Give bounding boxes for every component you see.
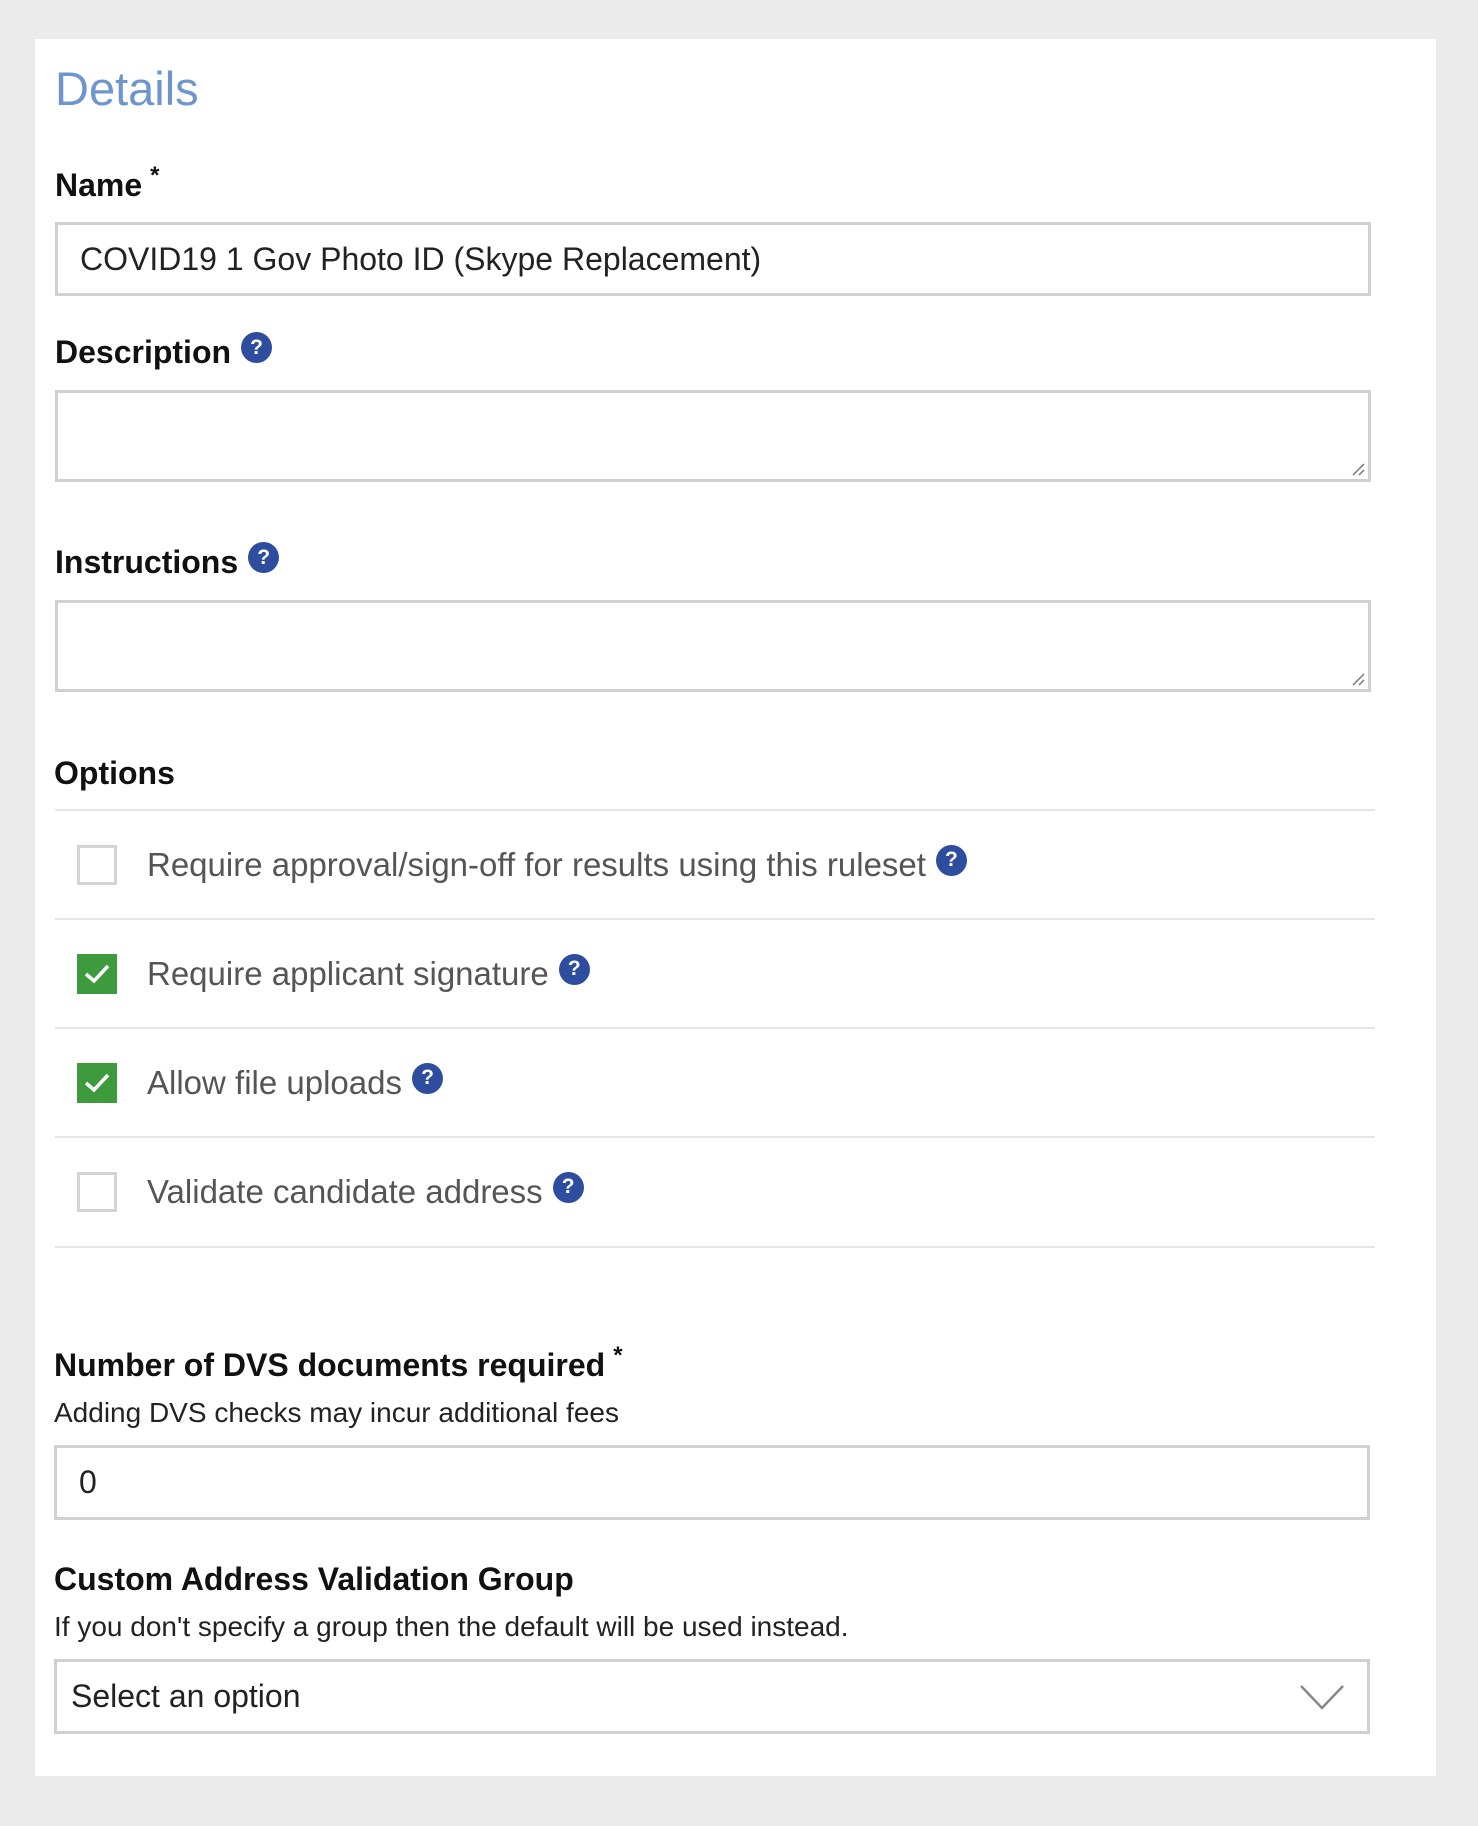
help-icon[interactable]: ?	[241, 332, 273, 363]
option-label-text: Validate candidate address	[147, 1173, 543, 1210]
dvs-hint: Adding DVS checks may incur additional f…	[54, 1397, 619, 1428]
help-icon[interactable]: ?	[552, 1171, 584, 1203]
instructions-label: Instructions ?	[55, 542, 280, 581]
help-icon[interactable]: ?	[248, 542, 280, 573]
dvs-count-value: 0	[79, 1464, 97, 1500]
dvs-count-input[interactable]: 0	[54, 1445, 1370, 1520]
option-row[interactable]: Require applicant signature ?	[55, 918, 1375, 1028]
instructions-label-text: Instructions	[55, 544, 239, 580]
address-group-hint: If you don't specify a group then the de…	[54, 1611, 849, 1642]
chevron-down-icon[interactable]	[1299, 1682, 1345, 1712]
options-label: Options	[54, 755, 175, 791]
required-mark: *	[613, 1341, 623, 1369]
checkmark-icon	[84, 964, 110, 984]
instructions-textarea[interactable]	[55, 600, 1371, 692]
address-group-select[interactable]: Select an option	[54, 1659, 1370, 1734]
checkbox-checked[interactable]	[77, 1063, 117, 1103]
help-icon[interactable]: ?	[411, 1062, 443, 1094]
option-label-text: Require approval/sign-off for results us…	[147, 846, 926, 883]
help-icon[interactable]: ?	[935, 844, 967, 876]
description-label-text: Description	[55, 334, 232, 370]
checkmark-icon	[84, 1073, 110, 1093]
option-row[interactable]: Validate candidate address ?	[55, 1136, 1375, 1248]
checkbox[interactable]	[77, 845, 117, 885]
resize-handle-icon[interactable]	[1349, 670, 1365, 686]
resize-handle-icon[interactable]	[1349, 460, 1365, 476]
select-value: Select an option	[71, 1678, 301, 1714]
option-row[interactable]: Allow file uploads ?	[55, 1027, 1375, 1137]
description-label: Description ?	[55, 332, 273, 371]
option-label: Require approval/sign-off for results us…	[147, 844, 967, 884]
checkbox[interactable]	[77, 1172, 117, 1212]
required-mark: *	[150, 161, 160, 189]
name-label-text: Name	[55, 167, 143, 203]
option-label-text: Require applicant signature	[147, 955, 549, 992]
dvs-label: Number of DVS documents required *	[54, 1342, 623, 1384]
name-input-value: COVID19 1 Gov Photo ID (Skype Replacemen…	[80, 240, 762, 277]
name-input[interactable]: COVID19 1 Gov Photo ID (Skype Replacemen…	[55, 222, 1371, 296]
option-row[interactable]: Require approval/sign-off for results us…	[55, 809, 1375, 919]
option-label: Validate candidate address ?	[147, 1171, 584, 1211]
help-icon[interactable]: ?	[558, 953, 590, 985]
dvs-label-text: Number of DVS documents required	[54, 1347, 606, 1383]
checkbox-checked[interactable]	[77, 954, 117, 994]
option-label-text: Allow file uploads	[147, 1064, 402, 1101]
details-panel: Details Name * COVID19 1 Gov Photo ID (S…	[35, 39, 1436, 1776]
option-label: Require applicant signature ?	[147, 953, 590, 993]
address-group-label: Custom Address Validation Group	[54, 1561, 574, 1597]
section-title: Details	[55, 62, 199, 115]
option-label: Allow file uploads ?	[147, 1062, 443, 1102]
name-label: Name *	[55, 162, 160, 204]
description-textarea[interactable]	[55, 390, 1371, 482]
